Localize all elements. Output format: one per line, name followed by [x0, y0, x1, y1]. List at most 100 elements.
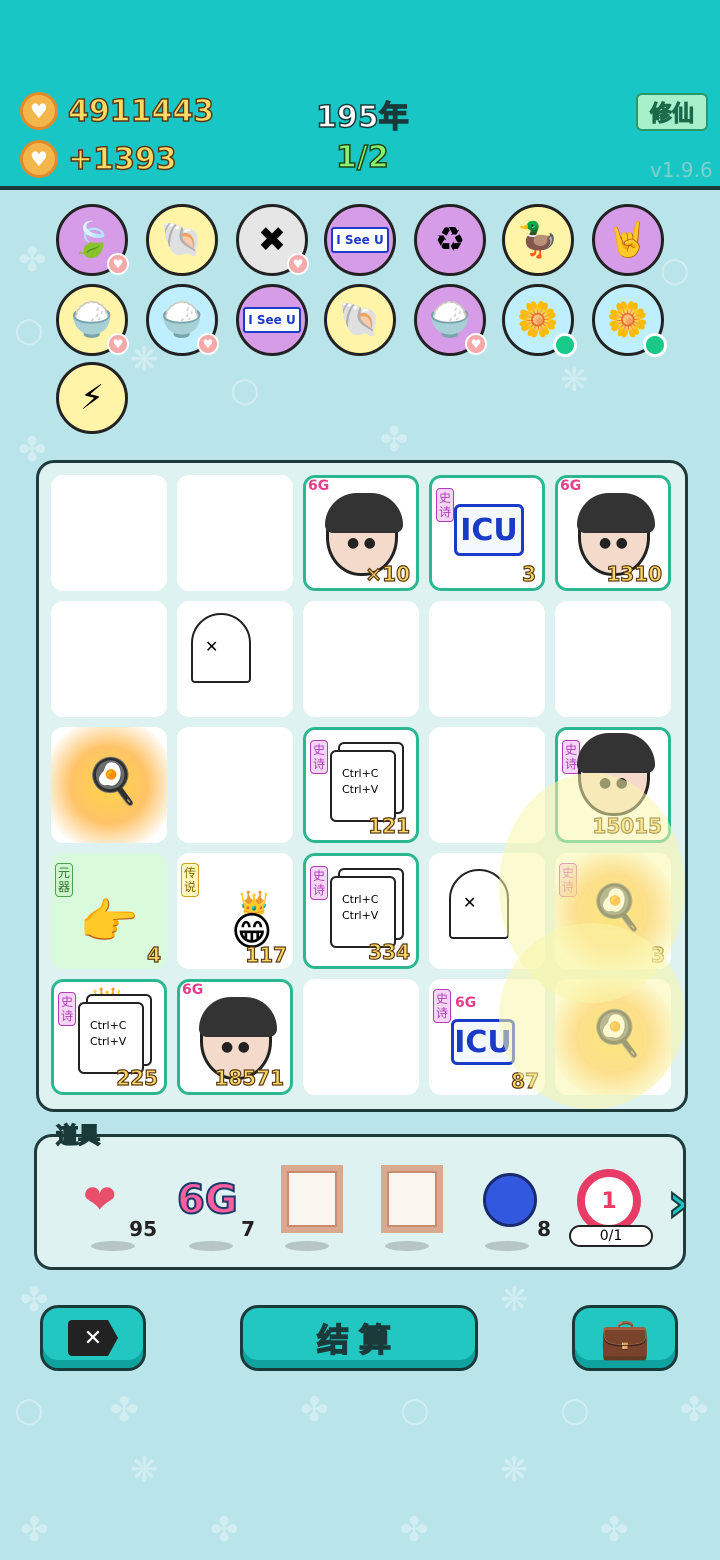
item-empty-frame[interactable] [273, 1161, 353, 1251]
settle-button-label: 结算 [316, 1320, 401, 1360]
inventory-button[interactable]: 💼 [572, 1305, 678, 1371]
rarity-tag: 史诗 [310, 740, 328, 774]
board-cell-empty[interactable] [555, 601, 671, 717]
board-cell-ghost[interactable]: ✕ [177, 601, 293, 717]
coin-balance: ♥ 4911443 [20, 92, 215, 130]
cell-count: 87 [511, 1068, 540, 1093]
board-cell-copy-paste[interactable]: 史诗 👑 Ctrl+C Ctrl+V 225 [51, 979, 167, 1095]
coin-gain-row: ♥ +1393 [20, 140, 177, 178]
relic-rock-hand-icon[interactable]: 🤘 [592, 204, 664, 276]
board-cell-empty[interactable] [177, 727, 293, 843]
board-cell-pot[interactable]: 🍳 [51, 727, 167, 843]
item-empty-frame[interactable] [373, 1161, 453, 1251]
board-cell-face[interactable]: 6G ×10 [303, 475, 419, 591]
item-6g[interactable]: 6G 7 [176, 1161, 257, 1251]
board-cell-empty[interactable] [429, 727, 545, 843]
heart-badge-icon: ♥ [465, 333, 487, 355]
coin-gain: +1393 [67, 141, 177, 178]
board-cell-ghost[interactable]: ✕ [429, 853, 545, 969]
items-next-arrow-icon[interactable]: › [666, 1174, 703, 1235]
board-cell-pot[interactable]: 史诗 🍳 3 [555, 853, 671, 969]
pot-icon: 🍳 [589, 882, 644, 933]
relic-flower-pot-icon[interactable]: 🌼 [592, 284, 667, 357]
sixg-icon: 6G [176, 1176, 239, 1224]
ghost-icon: ✕ [191, 613, 251, 683]
relic-leaf-icon[interactable]: 🍃 ♥ [56, 204, 129, 276]
cell-count: 18571 [214, 1065, 285, 1090]
liver-icon: ❤ [83, 1177, 117, 1223]
relic-shell-icon[interactable]: 🐚 [146, 204, 218, 276]
relic-lightning-icon[interactable]: ⚡ [56, 362, 128, 434]
item-count: 8 [537, 1217, 551, 1241]
icu-sign-icon: ICU [454, 504, 524, 556]
settle-button[interactable]: 结算 [240, 1305, 478, 1371]
board-cell-empty[interactable] [51, 601, 167, 717]
blueberry-icon [483, 1173, 537, 1227]
pot-icon: 🍳 [589, 1008, 644, 1059]
board-cell-pot[interactable]: 🍳 [555, 979, 671, 1095]
empty-frame-icon [281, 1165, 343, 1233]
cell-count: 3 [521, 561, 536, 586]
rarity-tag: 史诗 [310, 866, 328, 900]
relic-flower-pot-icon[interactable]: 🌼 [502, 284, 577, 357]
cell-count: 225 [116, 1065, 159, 1090]
green-dot-badge [643, 333, 667, 357]
board-cell-face[interactable]: 6G 1310 [555, 475, 671, 591]
item-blueberry[interactable]: 8 [473, 1161, 553, 1251]
item-liver[interactable]: ❤ 95 [79, 1161, 159, 1251]
items-panel: ❤ 95 6G 7 8 1 0/1 › [34, 1134, 690, 1270]
ghost-icon: ✕ [449, 869, 509, 939]
heart-badge-icon: ♥ [287, 253, 309, 275]
coin-icon: ♥ [20, 92, 58, 130]
sixg-badge: 6G [308, 478, 330, 494]
coin-icon: ♥ [20, 140, 58, 178]
board-cell-pointing-hand[interactable]: 元器 👉 4 [51, 853, 167, 969]
relic-i-see-u-icon[interactable]: I See U [236, 284, 308, 356]
pot-icon: 🍳 [85, 756, 140, 807]
relic-rice-bowl-icon[interactable]: 🍚 ♥ [146, 284, 219, 356]
cell-count: 117 [245, 942, 288, 967]
board-cell-copy-paste[interactable]: 史诗 Ctrl+C Ctrl+V 121 [303, 727, 419, 843]
sixg-badge: 6G [455, 995, 477, 1011]
heart-badge-icon: ♥ [197, 333, 219, 355]
cell-count: 1310 [606, 561, 663, 586]
board-cell-empty[interactable] [177, 475, 293, 591]
sixg-badge: 6G [560, 478, 582, 494]
copy-paste-card-icon: Ctrl+C Ctrl+V [330, 876, 396, 948]
relic-shell-icon[interactable]: 🐚 [324, 284, 396, 356]
face-icon [577, 733, 655, 816]
item-target[interactable]: 1 0/1 [569, 1161, 653, 1251]
round-counter: 1/2 [335, 139, 389, 176]
board-cell-king[interactable]: 传说 👑 😁 117 [177, 853, 293, 969]
target-icon: 1 [577, 1169, 641, 1233]
board-cell-empty[interactable] [303, 601, 419, 717]
icu-sign-icon: ICU [451, 1019, 515, 1065]
relic-recycle-icon[interactable]: ♻ [414, 204, 486, 276]
relic-skip-tag-icon[interactable]: ✖ ♥ [236, 204, 309, 276]
board-cell-empty[interactable] [303, 979, 419, 1095]
relic-i-see-u-icon[interactable]: I See U [324, 204, 396, 276]
discard-button[interactable]: ✕ [40, 1305, 146, 1371]
cultivation-mode-button[interactable]: 修仙 [636, 93, 708, 131]
rarity-tag: 史诗 [436, 488, 454, 522]
items-label: 道具 [55, 1123, 101, 1150]
relic-duck-pot-icon[interactable]: 🦆 [502, 204, 574, 276]
relic-rice-bowl-icon[interactable]: 🍚 ♥ [414, 284, 487, 356]
board-cell-icu[interactable]: 史诗 6G ICU 87 [429, 979, 545, 1095]
cell-count: 3 [650, 942, 665, 967]
rarity-tag: 元器 [55, 863, 73, 897]
board-cell-empty[interactable] [429, 601, 545, 717]
sixg-badge: 6G [182, 982, 204, 998]
board-cell-face[interactable]: 史诗 15015 [555, 727, 671, 843]
board-cell-empty[interactable] [51, 475, 167, 591]
item-count: 7 [241, 1217, 255, 1241]
cell-count: ×10 [365, 561, 411, 586]
board-cell-face[interactable]: 6G 18571 [177, 979, 293, 1095]
heart-badge-icon: ♥ [107, 253, 129, 275]
cell-count: 334 [368, 939, 411, 964]
rarity-tag: 史诗 [433, 989, 451, 1023]
relic-rice-bowl-icon[interactable]: 🍚 ♥ [56, 284, 129, 356]
board-cell-copy-paste[interactable]: 史诗 Ctrl+C Ctrl+V 334 [303, 853, 419, 969]
board-cell-icu[interactable]: 史诗 ICU 3 [429, 475, 545, 591]
briefcase-icon: 💼 [600, 1315, 650, 1362]
